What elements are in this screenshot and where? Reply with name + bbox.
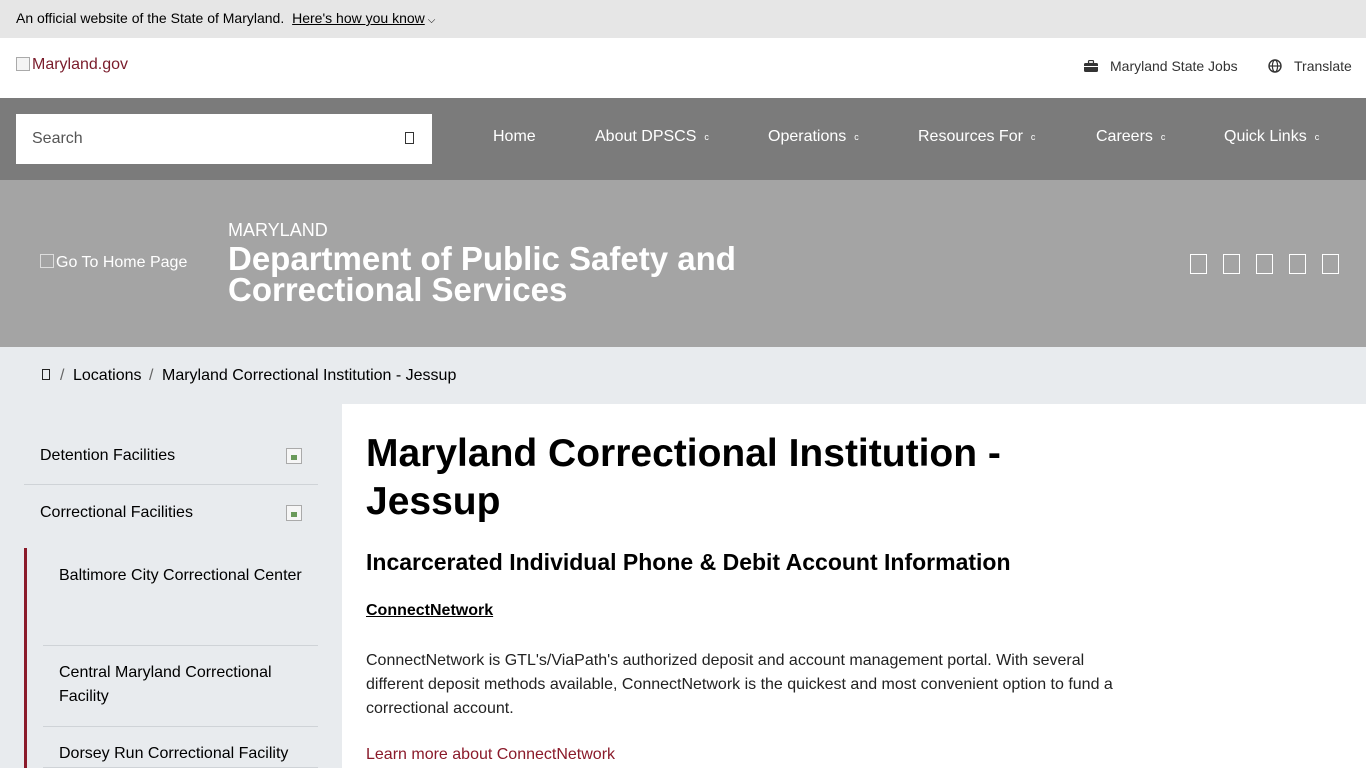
official-site-notice: An official website of the State of Mary… (16, 10, 435, 26)
expand-icon[interactable] (286, 505, 302, 521)
chevron-down-icon: c (854, 132, 859, 142)
nav-item-home[interactable]: Home (493, 128, 536, 146)
site-header: Maryland.gov Maryland State Jobs Transla… (0, 38, 1366, 98)
main-navigation: Home About DPSCS c Operations c Resources … (0, 98, 1366, 180)
nav-item-resources-for[interactable]: Resources For c (918, 128, 1035, 146)
chevron-down-icon: c (1314, 132, 1320, 142)
search-form (16, 114, 432, 164)
learn-more-link[interactable]: Learn more about ConnectNetwork (366, 746, 615, 764)
sidebar-subitem-label: Dorsey Run Correctional Facility (59, 745, 289, 762)
official-site-bar: An official website of the State of Mary… (0, 0, 1366, 38)
nav-item-careers[interactable]: Careers c (1096, 128, 1165, 146)
nav-item-label: Home (493, 128, 536, 145)
breadcrumb-separator: / (149, 367, 154, 384)
nav-item-label: Quick Links (1224, 128, 1307, 145)
home-icon[interactable] (42, 369, 50, 380)
sidebar-subitem-label: Baltimore City Correctional Center (59, 567, 302, 584)
search-icon[interactable] (405, 132, 414, 144)
chevron-down-icon: c (704, 132, 709, 142)
logo-alt-text: Maryland.gov (32, 56, 129, 73)
breadcrumb-separator: / (60, 367, 65, 384)
sidebar-item-detention-facilities[interactable]: Detention Facilities (24, 428, 318, 485)
briefcase-icon (1084, 60, 1098, 72)
how-you-know-link[interactable]: Here's how you know (292, 10, 425, 26)
home-alt-text: Go To Home Page (56, 254, 188, 271)
sidebar-submenu: Baltimore City Correctional Center Centr… (24, 548, 318, 768)
nav-item-quick-links[interactable]: Quick Links c (1224, 128, 1319, 146)
nav-item-label: Careers (1096, 128, 1153, 145)
department-title: Department of Public Safety and Correcti… (228, 240, 736, 308)
nav-item-label: Operations (768, 128, 847, 145)
home-page-link[interactable]: Go To Home Page (40, 254, 187, 272)
search-input[interactable] (16, 114, 376, 164)
translate-link[interactable]: Translate (1268, 58, 1352, 74)
sidebar-item-correctional-facilities[interactable]: Correctional Facilities (24, 485, 318, 542)
nav-item-label: Resources For (918, 128, 1023, 145)
section-heading: Incarcerated Individual Phone & Debit Ac… (366, 549, 1011, 575)
social-icon-1[interactable] (1190, 254, 1207, 274)
sidebar-subitem-dorsey-run[interactable]: Dorsey Run Correctional Facility (43, 726, 318, 768)
maryland-gov-logo[interactable]: Maryland.gov (16, 56, 128, 74)
sidebar-navigation: Detention Facilities Correctional Facili… (0, 404, 342, 768)
globe-icon (1268, 59, 1282, 73)
agency-banner: Go To Home Page MARYLAND Department of P… (0, 180, 1366, 347)
state-jobs-link[interactable]: Maryland State Jobs (1084, 58, 1238, 74)
breadcrumb: / Locations / Maryland Correctional Inst… (0, 347, 1366, 404)
social-icon-2[interactable] (1223, 254, 1240, 274)
social-icon-4[interactable] (1289, 254, 1306, 274)
state-name: MARYLAND (228, 220, 328, 240)
social-icon-5[interactable] (1322, 254, 1339, 274)
sidebar-item-label: Correctional Facilities (40, 504, 193, 521)
state-jobs-label: Maryland State Jobs (1110, 58, 1238, 74)
nav-item-about-dpscs[interactable]: About DPSCS c (595, 128, 709, 146)
chevron-down-icon: c (1160, 132, 1166, 142)
broken-image-icon (40, 254, 54, 268)
broken-image-icon (16, 57, 30, 71)
expand-icon[interactable] (286, 448, 302, 464)
sidebar-subitem-label: Central Maryland Correctional Facility (59, 664, 272, 705)
nav-item-label: About DPSCS (595, 128, 697, 145)
chevron-down-icon: c (1030, 132, 1036, 142)
sidebar-subitem-central-maryland[interactable]: Central Maryland Correctional Facility (43, 645, 318, 727)
main-content: Maryland Correctional Institution - Jess… (342, 404, 1366, 768)
breadcrumb-locations[interactable]: Locations (73, 367, 142, 385)
connectnetwork-link[interactable]: ConnectNetwork (366, 602, 493, 620)
page-title: Maryland Correctional Institution - Jess… (366, 432, 1001, 523)
nav-item-operations[interactable]: Operations c (768, 128, 859, 146)
translate-label: Translate (1294, 58, 1352, 74)
chevron-down-icon: ⌵ (427, 15, 436, 26)
social-icon-3[interactable] (1256, 254, 1273, 274)
breadcrumb-current: Maryland Correctional Institution - Jess… (162, 367, 457, 384)
sidebar-subitem-baltimore-city[interactable]: Baltimore City Correctional Center (43, 564, 318, 646)
sidebar-item-label: Detention Facilities (40, 447, 176, 464)
official-site-text: An official website of the State of Mary… (16, 10, 285, 26)
connectnetwork-description: ConnectNetwork is GTL's/ViaPath's author… (366, 652, 1113, 717)
